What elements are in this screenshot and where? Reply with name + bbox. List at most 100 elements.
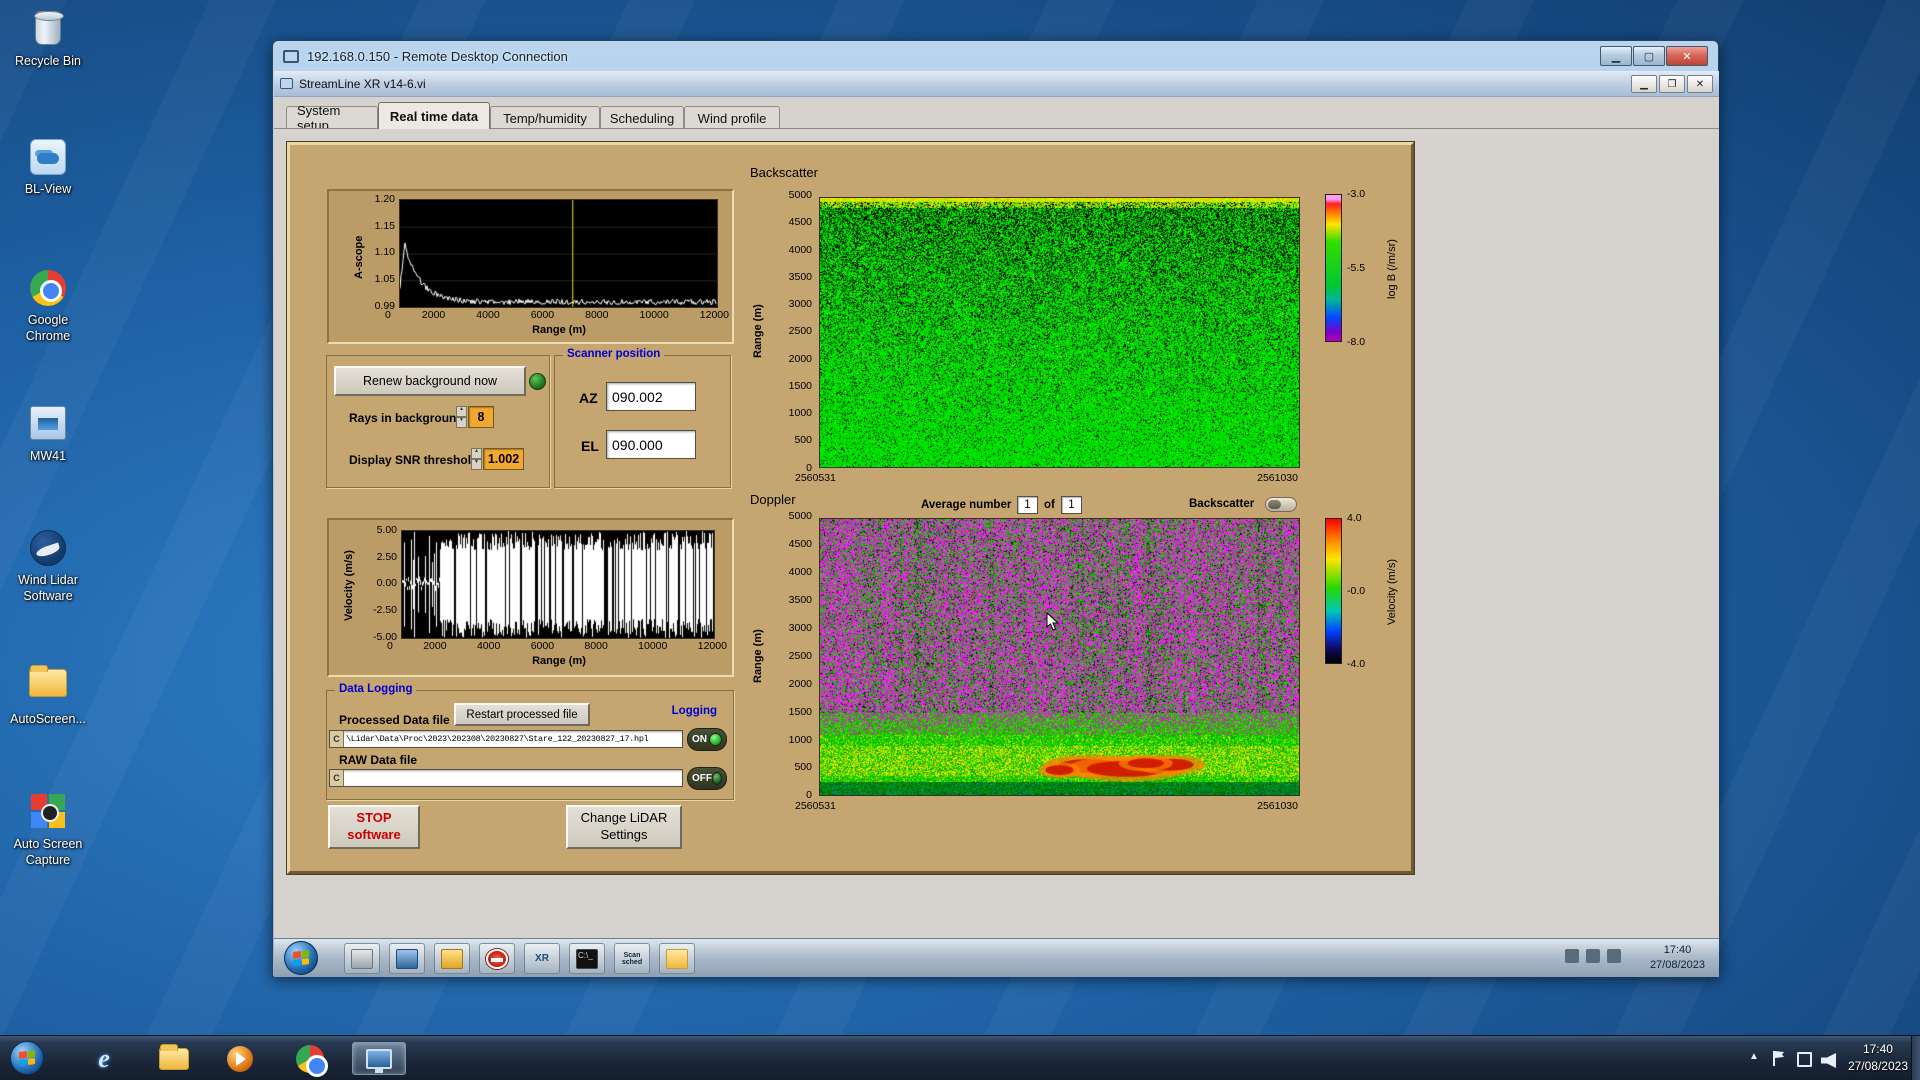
remote-start-button[interactable] (284, 941, 318, 975)
az-value-field[interactable]: 090.002 (606, 382, 696, 411)
mouse-cursor (1046, 612, 1060, 637)
remote-clock-time: 17:40 (1650, 943, 1705, 958)
tick-label: 1500 (789, 707, 812, 718)
action-center-flag-icon[interactable] (1773, 1051, 1788, 1066)
taskbar-rdp-active[interactable] (352, 1042, 406, 1075)
desktop-icon-mw41[interactable]: MW41 (6, 403, 90, 465)
tray-arrow-icon (1565, 949, 1579, 963)
system-tray[interactable]: ▲ (1749, 1042, 1836, 1075)
raw-data-file-path[interactable]: C (329, 769, 683, 787)
tab-system-setup[interactable]: System setup (286, 106, 378, 129)
ascope-plot[interactable] (399, 199, 718, 308)
tab-wind-profile[interactable]: Wind profile (684, 106, 780, 129)
taskbar-terminal-icon[interactable]: C:\_ (569, 943, 605, 974)
tab-temp-humidity[interactable]: Temp/humidity (490, 106, 600, 129)
rays-spinner[interactable]: ▲ ▼ (456, 406, 467, 428)
doppler-colorbar-ticks: 4.0 -0.0 -4.0 (1347, 513, 1381, 669)
desktop-icon-recycle-bin[interactable]: Recycle Bin (6, 8, 90, 70)
taskbar-media-player[interactable] (222, 1042, 258, 1075)
processed-logging-toggle[interactable]: ON (687, 728, 727, 751)
remote-clock[interactable]: 17:40 27/08/2023 (1650, 943, 1705, 974)
tab-scheduling[interactable]: Scheduling (600, 106, 684, 129)
velocity-graph: Velocity (m/s) 5.00 2.50 0.00 -2.50 -5.00 02… (327, 518, 734, 677)
doppler-plot[interactable] (819, 518, 1300, 796)
tick-label: 5000 (789, 511, 812, 522)
app-window-icon (280, 78, 293, 89)
tick-label: 1500 (789, 381, 812, 392)
rays-value-field[interactable]: 8 (468, 406, 494, 428)
taskbar-folder-icon[interactable] (659, 943, 695, 974)
rdp-maximize-button[interactable]: ▢ (1633, 46, 1665, 66)
average-total-field[interactable]: 1 (1061, 496, 1082, 514)
renew-background-button[interactable]: Renew background now (334, 366, 526, 396)
backscatter-y-ticks: 5000 4500 4000 3500 3000 2500 2000 1500 1000 500 0 (774, 190, 812, 473)
velocity-y-ticks: 5.00 2.50 0.00 -2.50 -5.00 (357, 525, 397, 642)
start-button[interactable] (10, 1041, 44, 1075)
el-value-field[interactable]: 090.000 (606, 430, 696, 459)
scanner-position-group: Scanner position AZ 090.002 EL 090.000 (554, 355, 731, 488)
tick-label: 0 (385, 310, 391, 321)
tab-real-time-data[interactable]: Real time data (378, 102, 490, 129)
off-lamp (712, 772, 722, 785)
velocity-plot[interactable] (401, 530, 715, 639)
rdp-window-icon (283, 50, 299, 63)
stop-software-button[interactable]: STOP software (328, 805, 420, 849)
app-minimize-button[interactable]: ▁ (1631, 75, 1657, 93)
desktop-icon-autoscreen[interactable]: AutoScreen... (6, 662, 90, 728)
tick-label: 1.20 (375, 194, 395, 205)
processed-data-file-path[interactable]: C \Lidar\Data\Proc\2023\202308\20230827\… (329, 730, 683, 748)
hidden-icons-arrow[interactable]: ▲ (1749, 1051, 1764, 1066)
taskbar-scan-sched-icon[interactable]: Scan sched (614, 943, 650, 974)
backscatter-colorbar-ticks: -3.0 -5.5 -8.0 (1347, 189, 1381, 347)
app-titlebar[interactable]: StreamLine XR v14-6.vi ▁ ❐ ✕ (274, 71, 1719, 97)
app-close-button[interactable]: ✕ (1687, 75, 1713, 93)
desktop-icon-bl-view[interactable]: BL-View (6, 137, 90, 198)
app-restore-button[interactable]: ❐ (1659, 75, 1685, 93)
desktop-icon-wind-lidar-software[interactable]: Wind Lidar Software (6, 528, 90, 604)
tick-label: 2500 (789, 326, 812, 337)
tray-network-icon (1607, 949, 1621, 963)
backscatter-plot[interactable] (819, 197, 1300, 468)
backscatter-colorbar (1325, 194, 1342, 342)
taskbar-stop-app-icon[interactable] (479, 943, 515, 974)
background-led (529, 373, 546, 390)
rdp-window: 192.168.0.150 - Remote Desktop Connectio… (272, 40, 1719, 977)
taskbar-yellow-app-icon[interactable] (434, 943, 470, 974)
desktop-icon-label: BL-View (6, 182, 90, 198)
taskbar-monitor-app-icon[interactable] (389, 943, 425, 974)
tick-label: 4000 (476, 310, 499, 321)
tick-label: 4000 (477, 641, 500, 652)
snr-value-field[interactable]: 1.002 (483, 448, 524, 470)
raw-logging-toggle[interactable]: OFF (687, 767, 727, 790)
remote-taskbar: XR C:\_ Scan sched 17:40 27/08/2023 (274, 938, 1719, 977)
desktop-icon-auto-screen-capture[interactable]: Auto Screen Capture (6, 791, 90, 868)
taskbar-clock[interactable]: 17:40 27/08/2023 (1848, 1041, 1908, 1076)
restart-processed-file-button[interactable]: Restart processed file (454, 703, 590, 726)
taskbar-file-explorer[interactable] (156, 1042, 192, 1075)
bl-view-icon (28, 139, 68, 179)
auto-screen-capture-icon (28, 794, 68, 834)
rdp-titlebar[interactable]: 192.168.0.150 - Remote Desktop Connectio… (273, 41, 1718, 71)
backscatter-toggle[interactable] (1265, 497, 1297, 512)
snr-threshold-label: Display SNR threshold (349, 453, 478, 467)
remote-tray-icons[interactable] (1565, 949, 1621, 963)
show-desktop-button[interactable] (1911, 1036, 1920, 1080)
change-lidar-settings-button[interactable]: Change LiDAR Settings (566, 805, 682, 849)
network-icon[interactable] (1797, 1052, 1812, 1067)
tick-label: 4500 (789, 539, 812, 550)
ascope-y-ticks: 1.20 1.15 1.10 1.05 0.99 (363, 194, 395, 311)
volume-icon[interactable] (1821, 1053, 1836, 1068)
average-number-field[interactable]: 1 (1017, 496, 1038, 514)
backscatter-x-end: 2561030 (1228, 472, 1298, 484)
taskbar-internet-explorer[interactable]: e (86, 1042, 122, 1075)
clock-date: 27/08/2023 (1848, 1058, 1908, 1075)
taskbar-printer-icon[interactable] (344, 943, 380, 974)
rdp-close-button[interactable]: ✕ (1666, 46, 1708, 66)
rdp-minimize-button[interactable]: ▁ (1600, 46, 1632, 66)
taskbar-xr-app-icon[interactable]: XR (524, 943, 560, 974)
tick-label: 1000 (789, 408, 812, 419)
desktop-icon-google-chrome[interactable]: Google Chrome (6, 268, 90, 344)
snr-spinner[interactable]: ▲ ▼ (471, 448, 482, 470)
app-window-title: StreamLine XR v14-6.vi (299, 77, 426, 91)
taskbar-chrome[interactable] (292, 1042, 328, 1075)
